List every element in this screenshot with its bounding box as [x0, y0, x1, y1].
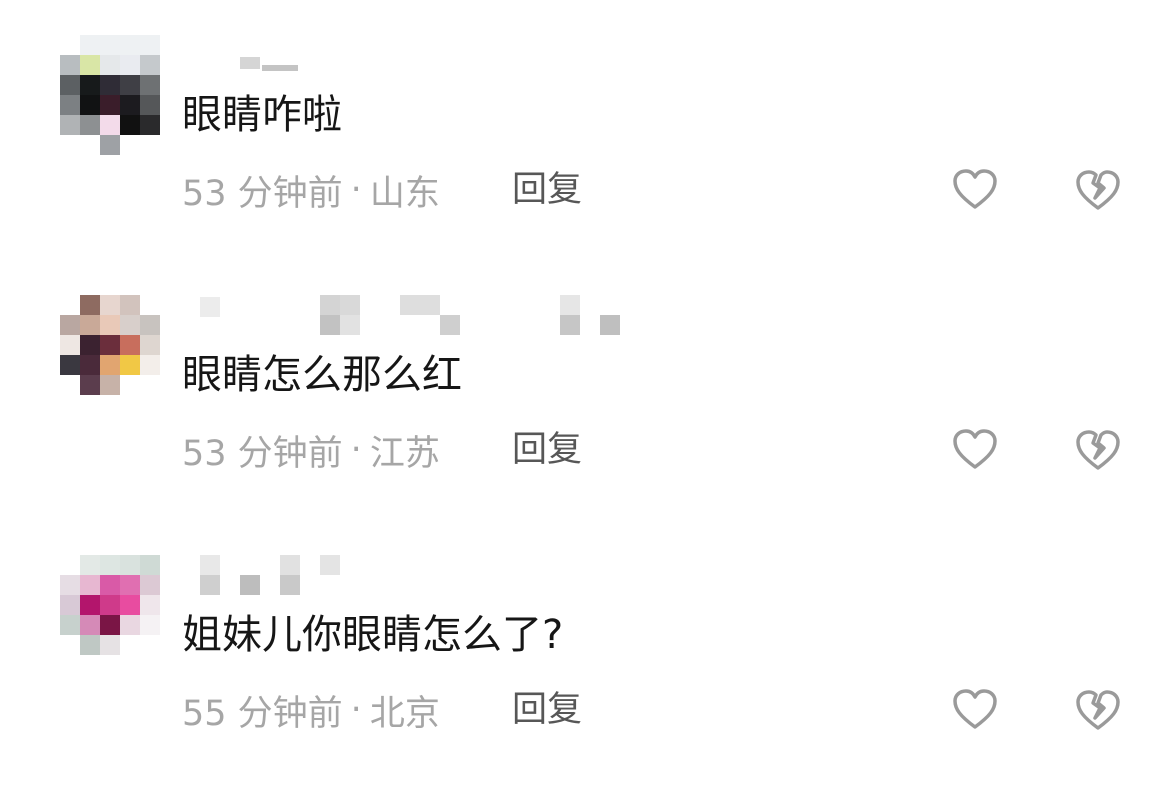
reply-button[interactable]: 回复 — [512, 687, 582, 733]
dislike-button[interactable] — [1073, 165, 1123, 215]
avatar[interactable] — [60, 295, 160, 395]
broken-heart-icon — [1076, 690, 1120, 730]
dislike-button[interactable] — [1073, 425, 1123, 475]
meta-separator: · — [350, 170, 362, 210]
heart-outline-icon — [953, 689, 997, 729]
comment-text: 眼睛咋啦 — [182, 92, 342, 138]
meta-separator: · — [350, 690, 362, 730]
comment-item: 眼睛怎么那么红 53 分钟前 · 江苏 回复 — [0, 295, 1170, 535]
comment-time: 55 分钟前 — [182, 693, 343, 734]
username-redacted[interactable] — [182, 35, 642, 75]
broken-heart-icon — [1076, 170, 1120, 210]
comment-item: 姐妹儿你眼睛怎么了? 55 分钟前 · 北京 回复 — [0, 555, 1170, 795]
avatar[interactable] — [60, 555, 160, 655]
comment-text: 姐妹儿你眼睛怎么了? — [182, 612, 564, 658]
broken-heart-icon — [1076, 430, 1120, 470]
comment-meta: 53 分钟前 · 山东 — [182, 167, 440, 214]
heart-outline-icon — [953, 169, 997, 209]
username-redacted[interactable] — [182, 555, 642, 595]
like-button[interactable] — [950, 425, 1000, 475]
comment-text: 眼睛怎么那么红 — [182, 352, 462, 398]
comment-item: 眼睛咋啦 53 分钟前 · 山东 回复 — [0, 35, 1170, 275]
comment-meta: 55 分钟前 · 北京 — [182, 687, 440, 734]
avatar[interactable] — [60, 35, 160, 155]
comment-time: 53 分钟前 — [182, 173, 343, 214]
dislike-button[interactable] — [1073, 685, 1123, 735]
comment-location: 北京 — [369, 693, 440, 734]
like-button[interactable] — [950, 685, 1000, 735]
comment-time: 53 分钟前 — [182, 433, 343, 474]
heart-outline-icon — [953, 429, 997, 469]
meta-separator: · — [350, 430, 362, 470]
username-redacted[interactable] — [182, 295, 642, 335]
comment-location: 山东 — [369, 173, 440, 214]
comment-location: 江苏 — [369, 433, 440, 474]
comment-meta: 53 分钟前 · 江苏 — [182, 427, 440, 474]
like-button[interactable] — [950, 165, 1000, 215]
reply-button[interactable]: 回复 — [512, 427, 582, 473]
reply-button[interactable]: 回复 — [512, 167, 582, 213]
